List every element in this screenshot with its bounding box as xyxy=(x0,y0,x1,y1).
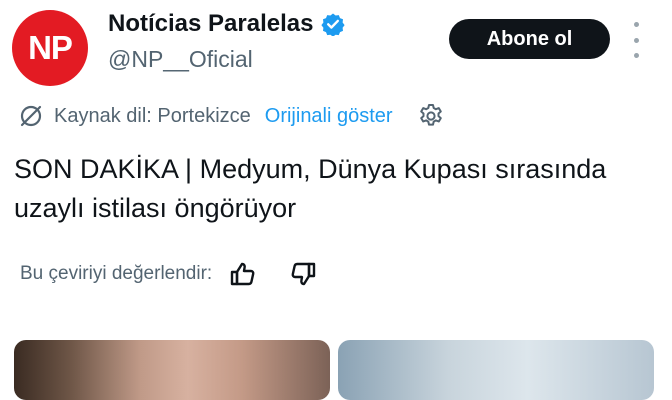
more-dot xyxy=(633,53,639,58)
gear-icon[interactable] xyxy=(417,102,445,130)
no-translate-icon xyxy=(20,105,42,127)
media-image-2[interactable] xyxy=(338,340,654,400)
thumbs-down-icon[interactable] xyxy=(288,259,318,289)
avatar-text: NP xyxy=(28,29,73,66)
show-original-link[interactable]: Orijinali göster xyxy=(265,105,393,128)
avatar[interactable]: NP xyxy=(12,10,88,86)
source-language-label: Kaynak dil: Portekizce xyxy=(54,104,251,127)
rate-translation-label: Bu çeviriyi değerlendir: xyxy=(20,263,213,284)
display-name[interactable]: Notícias Paralelas xyxy=(108,10,313,38)
tweet-text: SON DAKİKA | Medyum, Dünya Kupası sırası… xyxy=(14,154,607,223)
user-handle[interactable]: @NP__Oficial xyxy=(108,46,253,73)
translation-rating: Bu çeviriyi değerlendir: xyxy=(20,257,318,291)
media-image-1[interactable] xyxy=(14,340,330,400)
follow-button[interactable]: Abone ol xyxy=(449,19,610,59)
more-dot xyxy=(633,22,639,27)
more-dots-icon[interactable] xyxy=(628,22,644,58)
more-dot xyxy=(633,37,639,43)
translation-bar: Kaynak dil: Portekizce Orijinali göster xyxy=(18,100,445,132)
author-name-row: Notícias Paralelas xyxy=(108,10,346,38)
verified-badge-icon xyxy=(321,13,346,36)
thumbs-up-icon[interactable] xyxy=(228,259,258,289)
